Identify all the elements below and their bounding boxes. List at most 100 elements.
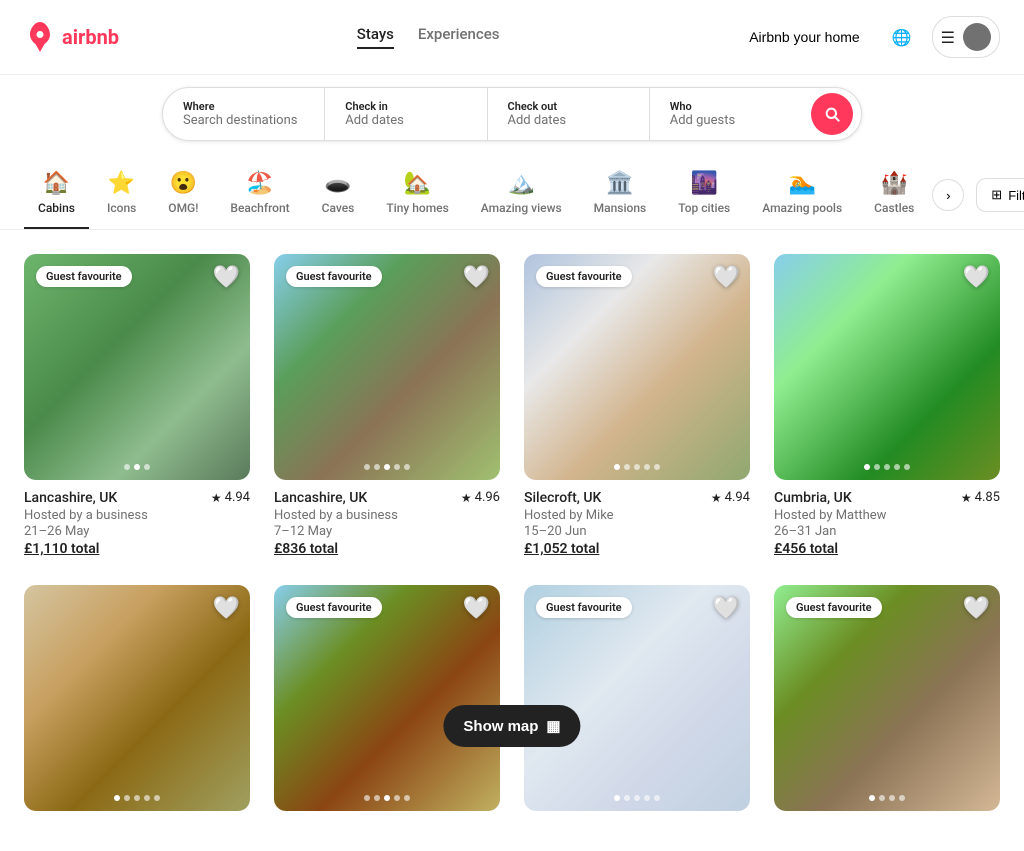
image-dot [134,795,140,801]
category-icon-caves: 🕳️ [324,173,351,195]
where-section[interactable]: Where Search destinations [163,88,325,140]
category-icon-omg: 😮 [170,173,197,195]
category-item-caves[interactable]: 🕳️ Caves [308,161,369,229]
image-dot [374,795,380,801]
image-dot [614,795,620,801]
image-dot [624,464,630,470]
image-dot [384,464,390,470]
checkout-input[interactable]: Add dates [508,113,629,128]
wishlist-button[interactable]: 🤍 [963,595,990,621]
show-map-container: Show map ▦ [443,705,580,747]
category-icon-top-cities: 🌆 [691,173,718,195]
filters-icon: ⊞ [991,187,1002,203]
category-item-omg[interactable]: 😮 OMG! [154,161,212,229]
wishlist-button[interactable]: 🤍 [713,595,740,621]
image-dot [624,795,630,801]
category-icon-amazing-views: 🏔️ [508,173,535,195]
image-dots [864,464,910,470]
listing-info [24,811,250,827]
globe-icon[interactable]: 🌐 [884,20,920,55]
logo-text: airbnb [62,25,119,49]
category-item-amazing-views[interactable]: 🏔️ Amazing views [467,161,576,229]
listing-card[interactable]: Guest favourite 🤍 Lancashire, UK ★4.96 H… [274,254,500,561]
listing-dates: 7–12 May [274,524,500,539]
listings-grid: Guest favourite 🤍 Lancashire, UK ★4.94 H… [0,230,1024,851]
category-item-amazing-pools[interactable]: 🏊 Amazing pools [748,161,856,229]
star-icon: ★ [961,491,972,505]
show-map-button[interactable]: Show map ▦ [443,705,580,747]
wishlist-button[interactable]: 🤍 [463,264,490,290]
category-icon-cabins: 🏠 [43,173,70,195]
listing-info: Silecroft, UK ★4.94 Hosted by Mike 15–20… [524,480,750,561]
listing-location: Silecroft, UK [524,490,601,506]
image-dot [904,464,910,470]
image-dot [124,795,130,801]
nav-experiences[interactable]: Experiences [418,25,500,49]
checkout-section[interactable]: Check out Add dates [488,88,650,140]
category-item-castles[interactable]: 🏰 Castles [860,161,928,229]
who-section[interactable]: Who Add guests [650,88,811,140]
listing-card[interactable]: Guest favourite 🤍 Silecroft, UK ★4.94 Ho… [524,254,750,561]
where-input[interactable]: Search destinations [183,113,304,128]
who-input[interactable]: Add guests [670,113,791,128]
star-icon: ★ [461,491,472,505]
guest-favourite-badge: Guest favourite [286,266,382,287]
guest-favourite-badge: Guest favourite [286,597,382,618]
category-item-tiny-homes[interactable]: 🏡 Tiny homes [372,161,462,229]
category-item-top-cities[interactable]: 🌆 Top cities [664,161,744,229]
wishlist-button[interactable]: 🤍 [213,595,240,621]
category-icon-mansions: 🏛️ [606,173,633,195]
category-item-beachfront[interactable]: 🏖️ Beachfront [216,161,303,229]
listing-card[interactable]: Guest favourite 🤍 Lancashire, UK ★4.94 H… [24,254,250,561]
listing-rating: ★4.94 [711,490,750,505]
wishlist-button[interactable]: 🤍 [213,264,240,290]
listing-card[interactable]: 🤍 Cumbria, UK ★4.85 Hosted by Matthew 26… [774,254,1000,561]
checkin-label: Check in [345,100,466,113]
checkin-input[interactable]: Add dates [345,113,466,128]
wishlist-button[interactable]: 🤍 [713,264,740,290]
category-label-mansions: Mansions [594,201,647,215]
airbnb-logo-icon [24,21,56,53]
filters-button[interactable]: ⊞ Filters [976,178,1024,212]
user-menu[interactable]: ☰ [932,16,1000,58]
wishlist-button[interactable]: 🤍 [963,264,990,290]
image-dots [114,795,160,801]
listing-header: Lancashire, UK ★4.94 [24,490,250,506]
category-item-icons[interactable]: ⭐ Icons [93,161,150,229]
category-nav-arrow[interactable]: › [932,179,964,211]
checkin-section[interactable]: Check in Add dates [325,88,487,140]
listing-header: Cumbria, UK ★4.85 [774,490,1000,506]
image-dot [864,464,870,470]
image-dot [114,795,120,801]
category-item-cabins[interactable]: 🏠 Cabins [24,161,89,229]
listing-price: £1,052 total [524,541,750,557]
header: airbnb Stays Experiences Airbnb your hom… [0,0,1024,75]
category-label-castles: Castles [874,201,914,215]
airbnb-home-button[interactable]: Airbnb your home [737,21,872,53]
chevron-right-icon: › [946,188,950,203]
image-dot [644,795,650,801]
image-dot [404,795,410,801]
image-dot [879,795,885,801]
category-icon-amazing-pools: 🏊 [788,173,815,195]
image-dot [144,795,150,801]
filters-label: Filters [1008,188,1024,203]
image-dot [154,795,160,801]
image-dots [614,464,660,470]
nav-stays[interactable]: Stays [357,25,394,49]
wishlist-button[interactable]: 🤍 [463,595,490,621]
logo[interactable]: airbnb [24,21,119,53]
search-button[interactable] [811,93,853,135]
listing-info [774,811,1000,827]
listing-card[interactable]: Guest favourite 🤍 [774,585,1000,827]
image-dot [634,464,640,470]
image-dot [374,464,380,470]
image-dot [124,464,130,470]
search-bar: Where Search destinations Check in Add d… [162,87,862,141]
main-nav: Stays Experiences [357,25,500,49]
category-item-mansions[interactable]: 🏛️ Mansions [580,161,661,229]
image-dot [634,795,640,801]
listing-rating: ★4.96 [461,490,500,505]
listing-price: £836 total [274,541,500,557]
listing-card[interactable]: 🤍 [24,585,250,827]
